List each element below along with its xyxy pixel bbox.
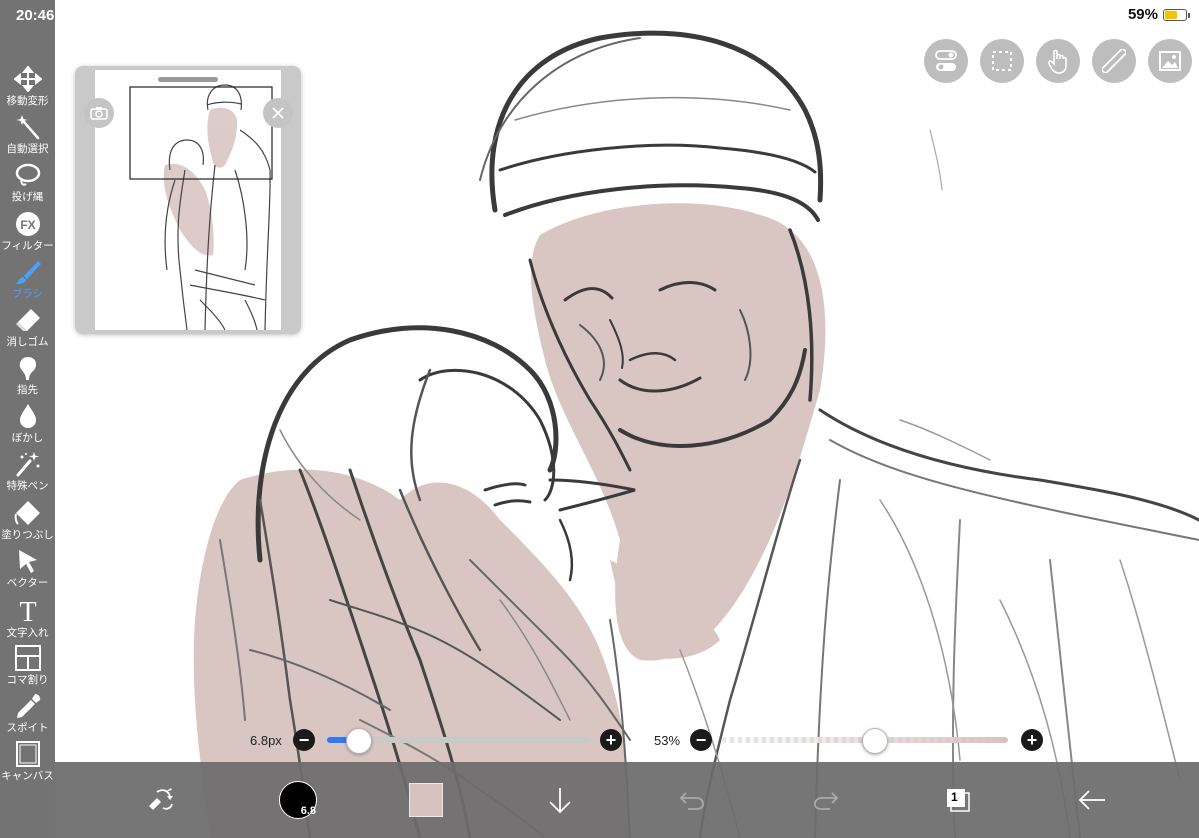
selection-icon — [992, 51, 1012, 71]
tool-label: 投げ縄 — [11, 191, 44, 203]
special-pen-icon — [16, 452, 39, 477]
ruler-icon — [1102, 49, 1126, 73]
tool-label: ブラシ — [11, 288, 44, 300]
tool-vector[interactable]: ベクター — [0, 548, 55, 596]
tool-text[interactable]: T 文字入れ — [0, 596, 55, 644]
bucket-fill-icon — [14, 501, 40, 525]
tool-eyedropper[interactable]: スポイト — [0, 693, 55, 741]
lasso-icon — [15, 163, 40, 186]
blur-drop-icon — [19, 404, 36, 428]
status-time: 20:46 — [16, 7, 55, 24]
redo-button[interactable] — [801, 762, 851, 838]
toggle-settings-button[interactable] — [924, 39, 968, 83]
navigator-panel[interactable] — [75, 66, 301, 334]
tool-label: ベクター — [6, 577, 49, 589]
eraser-icon — [15, 309, 40, 331]
undo-icon — [679, 792, 704, 810]
left-toolbar: 移動変形 自動選択 投げ縄 FX フィルター ブラシ 消しゴム 指先 ぼかし 特… — [0, 0, 55, 838]
opacity-plus-button[interactable]: + — [1021, 729, 1043, 751]
brush-size-badge: 6.8 — [300, 805, 316, 817]
brush-size-plus-button[interactable]: + — [600, 729, 622, 751]
tool-label: フィルター — [1, 240, 54, 252]
viewport-rect — [129, 86, 273, 180]
color-button[interactable] — [401, 762, 451, 838]
fx-filter-icon: FX — [15, 212, 40, 236]
tool-label: コマ割り — [6, 674, 49, 686]
battery-indicator: 59% — [1127, 6, 1190, 23]
tool-label: 塗りつぶし — [1, 529, 54, 541]
import-button[interactable] — [535, 762, 585, 838]
navigator-preview[interactable] — [95, 70, 281, 330]
opacity-minus-button[interactable]: − — [690, 729, 712, 751]
tool-filter[interactable]: FX フィルター — [0, 211, 55, 259]
swap-tool-button[interactable] — [135, 762, 185, 838]
toggle-icon — [935, 50, 957, 71]
move-transform-icon — [13, 66, 42, 92]
tool-label: 文字入れ — [6, 627, 49, 639]
brush-size-label: 6.8px — [250, 733, 282, 748]
text-icon: T — [19, 597, 36, 624]
arrow-left-icon — [1078, 790, 1105, 810]
tool-label: 指先 — [17, 384, 38, 396]
redo-icon — [814, 792, 839, 810]
battery-icon — [1163, 8, 1190, 21]
tool-blur[interactable]: ぼかし — [0, 403, 55, 451]
tool-label: スポイト — [6, 722, 49, 734]
navigator-camera-button[interactable] — [84, 98, 114, 128]
magic-wand-icon — [16, 115, 39, 140]
undo-button[interactable] — [667, 762, 717, 838]
tool-label: 消しゴム — [6, 336, 49, 348]
tool-move-transform[interactable]: 移動変形 — [0, 66, 55, 114]
brush-size-badge-button[interactable]: 6.8 — [273, 762, 323, 838]
eyedropper-icon — [16, 694, 40, 718]
bottom-toolbar: 6.8 1 — [55, 762, 1199, 838]
brush-icon — [15, 261, 41, 284]
gesture-icon — [1047, 49, 1067, 74]
canvas-icon — [15, 741, 40, 767]
navigator-drag-handle[interactable] — [158, 77, 218, 82]
layers-icon — [947, 789, 970, 812]
image-button[interactable] — [1148, 39, 1192, 83]
close-icon — [272, 107, 284, 119]
navigator-thumbnail — [129, 84, 273, 330]
tool-canvas[interactable]: キャンバス — [0, 741, 55, 789]
tool-label: ぼかし — [11, 432, 44, 444]
navigator-close-button[interactable] — [263, 98, 293, 128]
svg-text:FX: FX — [20, 218, 35, 232]
tool-brush[interactable]: ブラシ — [0, 259, 55, 307]
finger-smudge-icon — [19, 357, 36, 380]
tool-label: 移動変形 — [6, 95, 49, 107]
gesture-button[interactable] — [1036, 39, 1080, 83]
current-color-swatch — [409, 783, 443, 817]
tool-frame-divide[interactable]: コマ割り — [0, 645, 55, 693]
layer-count: 1 — [951, 790, 958, 804]
vector-cursor-icon — [18, 550, 37, 573]
tool-label: キャンバス — [1, 770, 54, 782]
frame-divide-icon — [14, 645, 41, 671]
tool-label: 自動選択 — [6, 143, 49, 155]
tool-lasso[interactable]: 投げ縄 — [0, 162, 55, 210]
tool-label: 特殊ペン — [6, 480, 49, 492]
opacity-knob[interactable] — [862, 728, 888, 754]
camera-icon — [90, 107, 108, 120]
brush-preview: 6.8 — [279, 781, 317, 819]
tool-fill[interactable]: 塗りつぶし — [0, 500, 55, 548]
svg-text:T: T — [19, 597, 36, 624]
opacity-label: 53% — [654, 733, 681, 748]
tool-auto-select[interactable]: 自動選択 — [0, 114, 55, 162]
image-icon — [1159, 51, 1181, 71]
tool-finger[interactable]: 指先 — [0, 355, 55, 403]
battery-percent: 59% — [1127, 6, 1158, 23]
layers-button[interactable]: 1 — [933, 762, 983, 838]
tool-eraser[interactable]: 消しゴム — [0, 307, 55, 355]
tool-special-pen[interactable]: 特殊ペン — [0, 451, 55, 499]
brush-size-knob[interactable] — [346, 728, 372, 754]
brush-size-minus-button[interactable]: − — [293, 729, 315, 751]
selection-button[interactable] — [980, 39, 1024, 83]
ruler-button[interactable] — [1092, 39, 1136, 83]
arrow-down-icon — [549, 788, 571, 814]
back-button[interactable] — [1067, 762, 1117, 838]
swap-brush-eraser-icon — [149, 788, 173, 810]
